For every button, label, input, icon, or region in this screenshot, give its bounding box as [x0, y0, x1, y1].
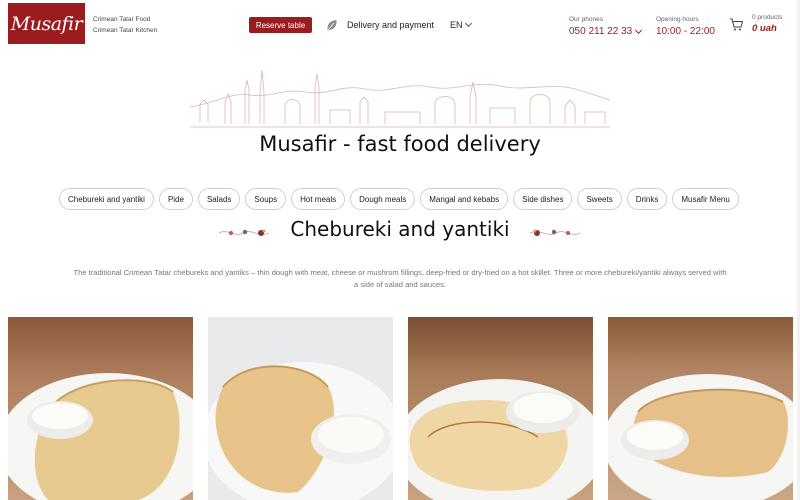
description-line-1: The traditional Crimean Tatar chebureks … [73, 268, 727, 277]
section-title: Chebureki and yantiki [290, 217, 510, 241]
phones-label: Our phones [569, 16, 603, 23]
product-photo[interactable] [208, 317, 393, 500]
cart-total: 0 uah [752, 23, 777, 34]
description-line-2: a side of salad and sauces. [353, 280, 447, 289]
category-musafir-menu[interactable]: Musafir Menu [672, 188, 739, 210]
category-side-dishes[interactable]: Side dishes [513, 188, 573, 210]
opening-hours-value: 10:00 - 22:00 [656, 26, 715, 37]
category-nav: Chebureki and yantiki Pide Salads Soups … [59, 188, 739, 210]
city-skyline-illustration [190, 69, 610, 128]
section-description: The traditional Crimean Tatar chebureks … [6, 267, 794, 291]
tagline: Crimean Tatar Food Crimean Tatar Kitchen [93, 14, 157, 36]
category-chebureki-and-yantiki[interactable]: Chebureki and yantiki [59, 188, 154, 210]
product-photo[interactable] [8, 317, 193, 500]
category-pide[interactable]: Pide [158, 188, 193, 210]
product-photo[interactable] [608, 317, 793, 500]
cart-icon[interactable] [729, 17, 744, 32]
logo-text: Musafir [10, 12, 83, 35]
leaf-icon [327, 20, 337, 31]
phone-number: 050 211 22 33 [569, 26, 633, 37]
category-soups[interactable]: Soups [245, 188, 287, 210]
category-hot-meals[interactable]: Hot meals [291, 188, 346, 210]
phone-dropdown[interactable]: 050 211 22 33 [569, 26, 643, 37]
ornament-right-icon [529, 229, 581, 236]
language-selector[interactable]: EN [450, 19, 472, 30]
opening-hours-label: Opening hours [656, 16, 699, 23]
category-dough-meals[interactable]: Dough meals [350, 188, 416, 210]
chevron-down-icon [464, 19, 472, 28]
product-photo[interactable] [408, 317, 593, 500]
delivery-and-payment-link[interactable]: Delivery and payment [347, 20, 434, 30]
tagline-line-1: Crimean Tatar Food [93, 16, 151, 23]
category-salads[interactable]: Salads [197, 188, 241, 210]
cart-count: 0 products [752, 14, 783, 21]
chevron-down-icon [635, 26, 643, 34]
category-drinks[interactable]: Drinks [626, 188, 668, 210]
reserve-table-button[interactable]: Reserve table [249, 17, 312, 33]
hero-title: Musafir - fast food delivery [259, 132, 541, 156]
category-mangal-and-kebabs[interactable]: Mangal and kebabs [420, 188, 509, 210]
tagline-line-2: Crimean Tatar Kitchen [93, 27, 158, 34]
header: Musafir Crimean Tatar Food Crimean Tatar… [0, 0, 800, 50]
logo[interactable]: Musafir [8, 3, 85, 44]
category-sweets[interactable]: Sweets [577, 188, 622, 210]
language-label: EN [450, 20, 463, 30]
